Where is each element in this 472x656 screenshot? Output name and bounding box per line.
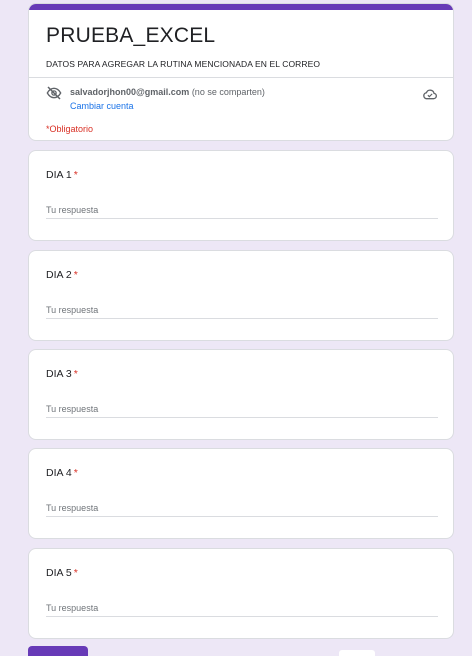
question-title: DIA 1 * bbox=[46, 168, 78, 182]
question-title: DIA 4 * bbox=[46, 466, 78, 480]
question-card-dia-3: DIA 3 * Tu respuesta bbox=[28, 349, 454, 440]
question-title: DIA 3 * bbox=[46, 367, 78, 381]
answer-input[interactable]: Tu respuesta bbox=[46, 403, 438, 418]
form-description: DATOS PARA AGREGAR LA RUTINA MENCIONADA … bbox=[46, 59, 321, 69]
required-asterisk: * bbox=[73, 169, 78, 181]
account-row: salvadorjhon00@gmail.com (no se comparte… bbox=[46, 85, 438, 119]
required-asterisk: * bbox=[73, 467, 78, 479]
answer-input[interactable]: Tu respuesta bbox=[46, 204, 438, 219]
answer-input[interactable]: Tu respuesta bbox=[46, 602, 438, 617]
question-label: DIA 3 bbox=[46, 368, 72, 380]
header-divider bbox=[29, 77, 453, 78]
theme-stripe bbox=[29, 4, 453, 10]
question-title: DIA 2 * bbox=[46, 268, 78, 282]
submit-button[interactable] bbox=[28, 646, 88, 656]
cloud-check-icon bbox=[422, 87, 438, 101]
answer-input[interactable]: Tu respuesta bbox=[46, 304, 438, 319]
switch-account-link[interactable]: Cambiar cuenta bbox=[70, 100, 134, 112]
question-card-dia-4: DIA 4 * Tu respuesta bbox=[28, 448, 454, 539]
question-label: DIA 2 bbox=[46, 269, 72, 281]
required-note: *Obligatorio bbox=[46, 124, 94, 134]
clear-form-button[interactable] bbox=[339, 650, 375, 656]
question-label: DIA 5 bbox=[46, 567, 72, 579]
question-title: DIA 5 * bbox=[46, 566, 78, 580]
form-title: PRUEBA_EXCEL bbox=[46, 24, 216, 47]
account-info: salvadorjhon00@gmail.com (no se comparte… bbox=[70, 86, 265, 98]
account-email: salvadorjhon00@gmail.com bbox=[70, 87, 190, 97]
answer-input[interactable]: Tu respuesta bbox=[46, 502, 438, 517]
required-asterisk: * bbox=[73, 368, 78, 380]
eye-off-icon bbox=[46, 85, 62, 101]
question-label: DIA 4 bbox=[46, 467, 72, 479]
account-sharing-note: (no se comparten) bbox=[189, 87, 265, 97]
question-card-dia-5: DIA 5 * Tu respuesta bbox=[28, 548, 454, 639]
question-card-dia-2: DIA 2 * Tu respuesta bbox=[28, 250, 454, 341]
question-card-dia-1: DIA 1 * Tu respuesta bbox=[28, 150, 454, 241]
required-asterisk: * bbox=[73, 269, 78, 281]
required-asterisk: * bbox=[73, 567, 78, 579]
form-header-card: PRUEBA_EXCEL DATOS PARA AGREGAR LA RUTIN… bbox=[28, 3, 454, 141]
question-label: DIA 1 bbox=[46, 169, 72, 181]
